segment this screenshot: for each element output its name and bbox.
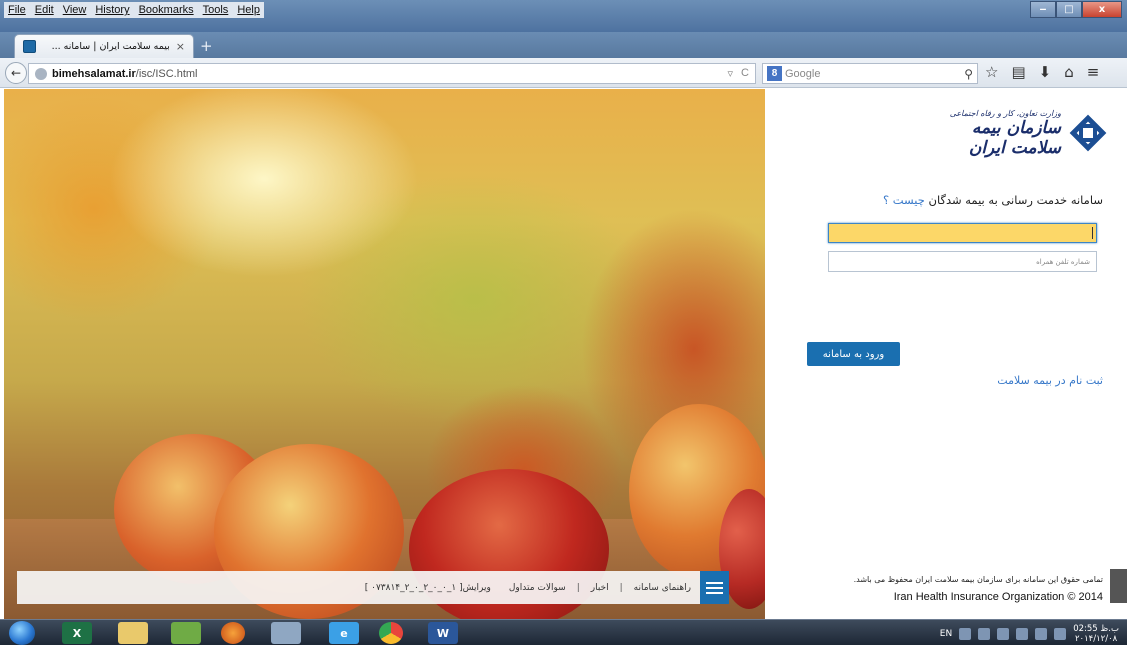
excel-taskbar-icon[interactable]: X — [62, 622, 92, 644]
system-tray: EN 02:55 ب.ظ ۲۰۱۴/۱۲/۰۸ — [940, 624, 1119, 644]
tray-app-icon[interactable] — [997, 628, 1010, 640]
search-box[interactable]: 8 Google ⚲ — [762, 63, 978, 84]
clock-date: ۲۰۱۴/۱۲/۰۸ — [1074, 634, 1118, 644]
what-is-link[interactable]: چیست ؟ — [883, 193, 925, 207]
site-identity-icon[interactable] — [35, 67, 47, 80]
tab-title: بیمه سلامت ایران | سامانه ... — [51, 41, 170, 52]
page-headline: سامانه خدمت رسانی به بیمه شدگان چیست ؟ — [883, 193, 1103, 207]
footer-separator: | — [619, 582, 623, 593]
national-code-input[interactable] — [828, 223, 1097, 243]
downloads-icon[interactable]: ⬇ — [1039, 63, 1052, 81]
footer-bar: راهنمای سامانه | اخبار | سوالات متداول و… — [17, 571, 729, 604]
menu-bar: File Edit View History Bookmarks Tools H… — [4, 2, 264, 18]
home-icon[interactable]: ⌂ — [1064, 63, 1074, 81]
app-taskbar-icon[interactable] — [171, 622, 201, 644]
window-controls: ‒ □ x — [1030, 1, 1122, 18]
internet-explorer-taskbar-icon[interactable]: e — [329, 622, 359, 644]
menu-history[interactable]: History — [95, 4, 129, 16]
calculator-taskbar-icon[interactable] — [271, 622, 301, 644]
headline-text: سامانه خدمت رسانی به بیمه شدگان — [928, 193, 1103, 207]
toolbar-icons: ☆ ▤ ⬇ ⌂ ≡ — [985, 63, 1099, 81]
footer-separator: | — [576, 582, 580, 593]
browser-tab-active[interactable]: بیمه سلامت ایران | سامانه ... × — [14, 34, 194, 58]
language-indicator[interactable]: EN — [940, 629, 952, 639]
reload-icon[interactable]: C — [741, 67, 749, 80]
register-link[interactable]: ثبت نام در بیمه سلامت — [997, 374, 1103, 387]
word-taskbar-icon[interactable]: W — [428, 622, 458, 644]
address-bar[interactable]: bimehsalamat.ir /isc/ISC.html ▿ C — [28, 63, 756, 84]
page-content: راهنمای سامانه | اخبار | سوالات متداول و… — [0, 89, 1127, 619]
login-button[interactable]: ورود به سامانه — [807, 342, 900, 366]
windows-taskbar: X e W EN 02:55 ب.ظ ۲۰۱۴/۱۲/۰۸ — [0, 619, 1127, 645]
logo-ministry-text: وزارت تعاون، کار و رفاه اجتماعی — [949, 108, 1061, 118]
back-button[interactable]: ← — [5, 62, 27, 84]
search-engine-icon[interactable]: 8 — [767, 66, 782, 81]
minimize-button[interactable]: ‒ — [1030, 1, 1056, 18]
side-widget-tab[interactable] — [1110, 569, 1127, 603]
menu-bookmarks[interactable]: Bookmarks — [139, 4, 194, 16]
clock-time: 02:55 ب.ظ — [1073, 624, 1119, 634]
clock[interactable]: 02:55 ب.ظ ۲۰۱۴/۱۲/۰۸ — [1073, 624, 1119, 644]
menu-file[interactable]: File — [8, 4, 26, 16]
tray-app-icon[interactable] — [978, 628, 991, 640]
menu-view[interactable]: View — [63, 4, 87, 16]
firefox-taskbar-icon[interactable] — [221, 622, 245, 644]
window-titlebar: File Edit View History Bookmarks Tools H… — [0, 0, 1127, 32]
navigation-toolbar: ← bimehsalamat.ir /isc/ISC.html ▿ C 8 Go… — [0, 58, 1127, 88]
network-icon[interactable] — [1016, 628, 1029, 640]
url-dropdown-icon[interactable]: ▿ — [728, 67, 734, 80]
copyright-english: Iran Health Insurance Organization © 201… — [893, 591, 1103, 603]
bookmarks-list-icon[interactable]: ▤ — [1011, 63, 1025, 81]
bookmark-star-icon[interactable]: ☆ — [985, 63, 998, 81]
tab-strip: بیمه سلامت ایران | سامانه ... × + — [0, 32, 1127, 58]
logo-org-name: سازمان بیمه سلامت ایران — [968, 117, 1061, 158]
start-button-icon[interactable] — [9, 621, 35, 645]
phone-number-input[interactable]: شماره تلفن همراه — [828, 251, 1097, 272]
organization-logo: وزارت تعاون، کار و رفاه اجتماعی سازمان ب… — [917, 108, 1107, 158]
close-window-button[interactable]: x — [1082, 1, 1122, 18]
volume-icon[interactable] — [1054, 628, 1067, 640]
file-explorer-taskbar-icon[interactable] — [118, 622, 148, 644]
url-domain: bimehsalamat.ir — [52, 67, 136, 80]
footer-menu-icon[interactable] — [700, 571, 729, 604]
hamburger-menu-icon[interactable]: ≡ — [1087, 63, 1100, 81]
login-panel: وزارت تعاون، کار و رفاه اجتماعی سازمان ب… — [765, 89, 1127, 619]
chrome-taskbar-icon[interactable] — [379, 622, 403, 644]
search-placeholder: Google — [785, 67, 821, 80]
tab-close-icon[interactable]: × — [176, 40, 185, 53]
search-icon[interactable]: ⚲ — [964, 67, 973, 81]
site-favicon-icon — [23, 40, 36, 53]
tray-app-icon[interactable] — [959, 628, 972, 640]
copyright-persian: تمامی حقوق این سامانه برای سازمان بیمه س… — [853, 575, 1103, 584]
footer-link-news[interactable]: اخبار — [582, 583, 618, 593]
new-tab-button[interactable]: + — [200, 37, 213, 55]
footer-link-faq[interactable]: سوالات متداول — [500, 583, 575, 593]
flag-icon[interactable] — [1035, 628, 1048, 640]
screen: File Edit View History Bookmarks Tools H… — [0, 0, 1127, 645]
version-label: ویرایش[ ۱_۰_۰_۲_۰_۲_۰۷۳۸۱۴ ] — [364, 582, 491, 593]
menu-edit[interactable]: Edit — [35, 4, 54, 16]
logo-emblem-icon — [1069, 114, 1107, 152]
hero-autumn-apples-image — [4, 89, 765, 619]
url-path: /isc/ISC.html — [135, 67, 198, 80]
menu-tools[interactable]: Tools — [203, 4, 229, 16]
menu-help[interactable]: Help — [237, 4, 260, 16]
maximize-button[interactable]: □ — [1056, 1, 1082, 18]
footer-link-guide[interactable]: راهنمای سامانه — [625, 583, 700, 593]
